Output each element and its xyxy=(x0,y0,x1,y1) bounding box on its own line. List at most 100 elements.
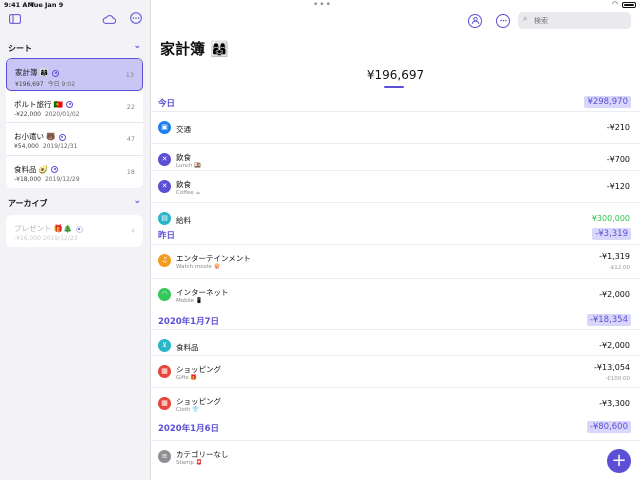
memo: Watch movie 🍿 xyxy=(176,264,221,270)
category-label: 交通 xyxy=(176,125,191,134)
shared-person-icon xyxy=(75,225,83,233)
archive-section-header[interactable]: アーカイブ ⌄ xyxy=(8,196,141,212)
memo: Mobile 📱 xyxy=(176,298,203,304)
sheet-count: 22 xyxy=(126,102,135,111)
day-header: 2020年1月7日 -¥18,354 xyxy=(151,313,640,329)
wifi-icon: ◠ xyxy=(158,288,171,301)
amount: -¥2,000 xyxy=(599,290,630,299)
sheet-amount: -¥22,000 xyxy=(14,110,41,118)
sheet-name: お小遣い 🐻 xyxy=(14,132,56,141)
salary-icon: ▤ xyxy=(158,212,171,225)
transaction-row[interactable]: ▦ ショッピング Cloth 👕 -¥3,300 xyxy=(151,387,640,419)
status-date: Tue Jan 9 xyxy=(30,1,64,9)
amount: -¥120 xyxy=(606,182,630,191)
multitasking-handle-icon[interactable]: ••• xyxy=(313,0,332,10)
sheet-item[interactable]: 食料品 🥑 -¥18,000 2019/12/29 18 xyxy=(6,156,143,189)
day-label: 今日 xyxy=(158,99,176,109)
category-label: エンターテインメント xyxy=(176,254,251,263)
sheet-count: 47 xyxy=(126,135,135,143)
memo: Cloth 👕 xyxy=(176,407,199,413)
transaction-row[interactable]: ✕ 飲食 Coffee ☕ -¥120 xyxy=(151,170,640,202)
archived-sheet-item[interactable]: プレゼント 🎁🎄 -¥16,000 2019/12/23 4 xyxy=(6,215,143,247)
day-header: 昨日 -¥3,319 xyxy=(151,227,640,243)
entertainment-icon: ♫ xyxy=(158,254,171,267)
day-total: -¥3,319 xyxy=(592,228,631,240)
category-label: ショッピング xyxy=(176,397,221,406)
day-label: 2020年1月6日 xyxy=(158,424,219,434)
sheet-name: 家計簿 👩‍👩‍👧 xyxy=(15,68,50,77)
sheet-name: ポルト旅行 🇵🇹 xyxy=(14,99,64,109)
cloud-icon[interactable] xyxy=(101,12,117,28)
sheet-item[interactable]: 家計簿 👩‍👩‍👧 ¥196,697 今日 9:02 13 xyxy=(6,58,143,91)
sidebar: シート ⌄ 家計簿 👩‍👩‍👧 ¥196,697 今日 9:02 13 ポルト旅行… xyxy=(0,0,151,480)
sheets-section-header[interactable]: シート ⌄ xyxy=(8,41,141,57)
day-header: 今日 ¥298,970 xyxy=(151,95,640,111)
sheet-date: 今日 9:02 xyxy=(47,81,76,88)
transaction-row[interactable]: ▣ 交通 -¥210 xyxy=(151,111,640,143)
amount: -¥13,054 xyxy=(594,363,630,372)
sheet-amount: ¥54,000 xyxy=(14,143,39,150)
shared-person-icon xyxy=(52,69,60,77)
amount: -¥210 xyxy=(606,123,630,132)
day-total: -¥18,354 xyxy=(586,314,631,326)
sidebar-toolbar xyxy=(0,12,151,32)
gift-icon: ▦ xyxy=(158,397,171,410)
archive-header-label: アーカイブ xyxy=(8,199,48,208)
category-label: ショッピング xyxy=(176,365,221,374)
sheet-date: 2020/01/02 xyxy=(44,110,80,118)
search-icon: ⌕ xyxy=(523,14,528,23)
day-label: 昨日 xyxy=(158,231,176,241)
sheet-count: 18 xyxy=(126,167,135,176)
sheet-item[interactable]: ポルト旅行 🇵🇹 -¥22,000 2020/01/02 22 xyxy=(6,91,143,123)
category-label: カテゴリーなし xyxy=(176,450,229,459)
sidebar-toggle-icon[interactable] xyxy=(7,12,23,28)
chevron-down-icon[interactable]: ⌄ xyxy=(133,41,141,51)
utensils-icon: ✕ xyxy=(158,153,171,166)
amount: -¥2,000 xyxy=(599,341,630,350)
train-icon: ▣ xyxy=(158,121,171,134)
share-people-icon[interactable] xyxy=(468,14,482,28)
chevron-down-icon[interactable]: ⌄ xyxy=(133,196,141,206)
search-field[interactable]: ⌕ xyxy=(518,12,631,29)
transaction-row[interactable]: ◠ インターネット Mobile 📱 -¥2,000 xyxy=(151,278,640,310)
day-header: 2020年1月6日 -¥80,600 xyxy=(151,420,640,436)
gift-icon: ▦ xyxy=(158,365,171,378)
memo: Coffee ☕ xyxy=(176,190,201,196)
more-icon[interactable] xyxy=(128,12,144,28)
transaction-row[interactable]: ♫ エンターテインメント Watch movie 🍿 -¥1,319 -$12.… xyxy=(151,244,640,276)
memo: Stamp 📮 xyxy=(176,460,203,466)
sheets-header-label: シート xyxy=(8,44,32,53)
amount: -¥1,319 xyxy=(599,252,630,261)
shared-person-icon xyxy=(58,133,66,141)
category-label: インターネット xyxy=(176,288,229,297)
main-panel: ⌕ 家計簿 👩‍👩‍👧 ¥196,697 今日 ¥298,970 ▣ 交通 -¥… xyxy=(151,0,640,480)
category-label: 食料品 xyxy=(176,343,199,352)
sheet-amount: ¥196,697 xyxy=(15,81,44,88)
transaction-row[interactable]: ≡ カテゴリーなし Stamp 📮 xyxy=(151,440,640,472)
shared-person-icon xyxy=(51,166,59,173)
more-icon[interactable] xyxy=(496,14,510,28)
transaction-row[interactable]: ▦ ショッピング Gifts 🎁 -¥13,054 -€100.00 xyxy=(151,355,640,387)
sheet-list: 家計簿 👩‍👩‍👧 ¥196,697 今日 9:02 13 ポルト旅行 🇵🇹 -¥… xyxy=(6,58,143,188)
sheet-date: 2019/12/29 xyxy=(44,175,80,183)
search-input[interactable] xyxy=(534,14,624,27)
day-label: 2020年1月7日 xyxy=(158,317,219,327)
sheet-total: ¥196,697 xyxy=(366,68,425,82)
category-label: 飲食 xyxy=(176,153,191,162)
cart-icon: ⊻ xyxy=(158,339,171,352)
add-transaction-button[interactable]: + xyxy=(607,449,631,473)
memo: Lunch 🍱 xyxy=(176,163,202,169)
page-title: 家計簿 👩‍👩‍👧 xyxy=(160,40,229,58)
sheet-amount: -¥16,000 xyxy=(14,235,41,242)
memo: Gifts 🎁 xyxy=(176,375,198,381)
sheet-name: プレゼント 🎁🎄 xyxy=(14,224,73,233)
wifi-icon: ◠ xyxy=(611,0,618,8)
day-total: -¥80,600 xyxy=(586,421,631,433)
list-icon: ≡ xyxy=(158,450,171,463)
sheet-item[interactable]: お小遣い 🐻 ¥54,000 2019/12/31 47 xyxy=(6,123,143,156)
amount: -¥700 xyxy=(606,155,630,164)
amount: -¥3,300 xyxy=(599,399,630,408)
total-indicator xyxy=(384,86,404,88)
utensils-icon: ✕ xyxy=(158,180,171,193)
battery-icon xyxy=(622,2,636,8)
